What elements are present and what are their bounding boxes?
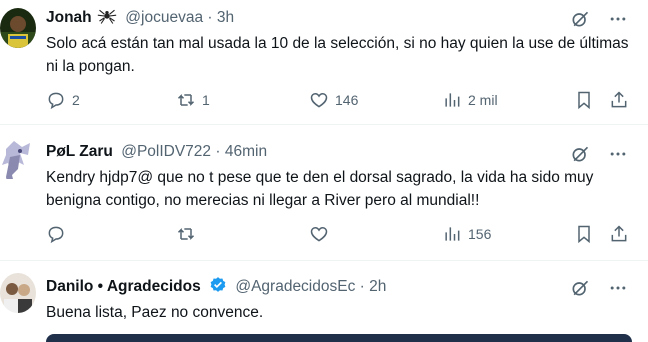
separator-dot: · bbox=[359, 278, 365, 295]
reply-button[interactable]: 2 bbox=[46, 90, 80, 110]
more-icon[interactable] bbox=[608, 144, 628, 164]
more-icon[interactable] bbox=[608, 9, 628, 29]
like-icon bbox=[310, 92, 328, 108]
tweet-1[interactable]: Jonah @jocuevaa · 3h Solo acá están tan … bbox=[0, 0, 648, 125]
tweet-top-icons bbox=[570, 144, 628, 164]
bookmark-icon bbox=[578, 91, 590, 110]
like-button[interactable]: 146 bbox=[309, 90, 358, 110]
retweet-button[interactable] bbox=[176, 224, 202, 244]
reply-count: 2 bbox=[72, 92, 80, 108]
grok-icon[interactable] bbox=[570, 144, 590, 164]
tweet-2[interactable]: PøL Zaru @PolIDV722 · 46min Kendry hjdp7… bbox=[0, 125, 648, 261]
retweet-count: 1 bbox=[202, 92, 210, 108]
grok-icon[interactable] bbox=[570, 278, 590, 298]
verified-badge-icon bbox=[210, 277, 226, 292]
tweet-header: PøL Zaru @PolIDV722 · 46min bbox=[46, 142, 267, 162]
views-button[interactable]: 156 bbox=[442, 224, 491, 244]
separator-dot: · bbox=[215, 143, 221, 160]
tweet-3[interactable]: Danilo • Agradecidos @AgradecidosEc · 2h… bbox=[0, 261, 648, 339]
like-count: 146 bbox=[335, 92, 359, 108]
bookmark-icon bbox=[578, 225, 590, 244]
views-icon bbox=[445, 227, 460, 241]
tweet-header: Jonah @jocuevaa · 3h bbox=[46, 7, 234, 28]
reply-icon bbox=[48, 226, 64, 244]
share-icon bbox=[611, 91, 627, 108]
share-icon bbox=[611, 225, 627, 242]
share-button[interactable] bbox=[609, 224, 629, 244]
like-icon bbox=[310, 226, 328, 242]
reply-button[interactable] bbox=[46, 224, 72, 244]
tweet-header: Danilo • Agradecidos @AgradecidosEc · 2h bbox=[46, 276, 386, 297]
tweet-actions: 2 1 146 2 mil bbox=[46, 90, 632, 114]
tweet-top-icons bbox=[570, 278, 628, 298]
views-icon bbox=[445, 93, 460, 107]
bookmark-button[interactable] bbox=[574, 90, 594, 110]
retweet-icon bbox=[177, 228, 195, 240]
media-preview[interactable] bbox=[46, 334, 632, 342]
views-count: 2 mil bbox=[468, 92, 498, 108]
tweet-text: Kendry hjdp7@ que no t pese que te den e… bbox=[46, 169, 594, 209]
display-name[interactable]: Danilo • Agradecidos bbox=[46, 278, 201, 295]
retweet-button[interactable]: 1 bbox=[176, 90, 210, 110]
grok-icon[interactable] bbox=[570, 9, 590, 29]
separator-dot: · bbox=[207, 9, 213, 26]
reply-icon bbox=[48, 92, 64, 110]
share-button[interactable] bbox=[609, 90, 629, 110]
user-handle[interactable]: @AgradecidosEc bbox=[235, 278, 355, 295]
display-name[interactable]: PøL Zaru bbox=[46, 143, 113, 160]
timestamp[interactable]: 46min bbox=[225, 143, 267, 160]
avatar[interactable] bbox=[0, 139, 36, 179]
tweet-top-icons bbox=[570, 9, 628, 29]
spider-emoji-icon bbox=[97, 9, 117, 24]
timestamp[interactable]: 3h bbox=[217, 9, 234, 26]
avatar[interactable] bbox=[0, 8, 36, 48]
like-button[interactable] bbox=[309, 224, 335, 244]
retweet-icon bbox=[177, 94, 195, 106]
user-handle[interactable]: @PolIDV722 bbox=[121, 143, 211, 160]
tweet-actions: 156 bbox=[46, 224, 632, 248]
timestamp[interactable]: 2h bbox=[369, 278, 386, 295]
user-handle[interactable]: @jocuevaa bbox=[125, 9, 203, 26]
bookmark-button[interactable] bbox=[574, 224, 594, 244]
more-icon[interactable] bbox=[608, 278, 628, 298]
display-name[interactable]: Jonah bbox=[46, 9, 92, 26]
views-count: 156 bbox=[468, 226, 492, 242]
views-button[interactable]: 2 mil bbox=[442, 90, 498, 110]
avatar[interactable] bbox=[0, 273, 36, 313]
tweet-text: Solo acá están tan mal usada la 10 de la… bbox=[46, 35, 629, 75]
tweet-text: Buena lista, Paez no convence. bbox=[46, 304, 264, 321]
